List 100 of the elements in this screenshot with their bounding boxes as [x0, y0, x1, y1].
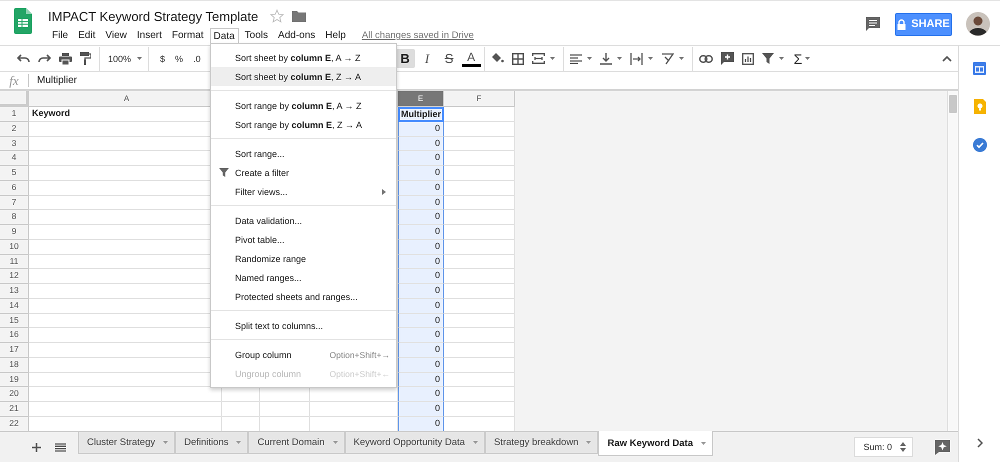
- folder-icon[interactable]: [292, 10, 306, 22]
- row-number[interactable]: 13: [0, 284, 29, 299]
- row-number[interactable]: 7: [0, 196, 29, 210]
- row-number[interactable]: 12: [0, 269, 29, 284]
- format-button[interactable]: S: [440, 49, 459, 68]
- menu-option[interactable]: Create a filter: [211, 163, 396, 182]
- document-title[interactable]: IMPACT Keyword Strategy Template: [48, 8, 258, 24]
- caret-icon[interactable]: [550, 57, 555, 60]
- functions-button[interactable]: Σ: [792, 50, 808, 66]
- row-number[interactable]: 16: [0, 328, 29, 343]
- table-cell: 0: [398, 372, 444, 388]
- filter-icon[interactable]: [762, 53, 774, 64]
- sheets-logo-icon[interactable]: [14, 8, 32, 34]
- comments-icon[interactable]: [865, 16, 881, 32]
- align-left-icon[interactable]: [570, 54, 582, 64]
- menu-option[interactable]: Data validation...: [211, 211, 396, 230]
- caret-icon[interactable]: [678, 57, 684, 60]
- formula-input[interactable]: Multiplier: [37, 75, 78, 86]
- vertical-align-icon[interactable]: [600, 52, 612, 64]
- menu-option[interactable]: Randomize range: [211, 249, 396, 268]
- link-icon[interactable]: [698, 54, 713, 62]
- row-number[interactable]: 17: [0, 343, 29, 358]
- menu-item[interactable]: Add-ons: [274, 27, 320, 44]
- borders-icon[interactable]: [512, 52, 524, 64]
- all-sheets-icon[interactable]: [55, 443, 66, 452]
- sheet-tab[interactable]: Current Domain: [248, 432, 345, 454]
- redo-icon[interactable]: [38, 54, 51, 64]
- menu-item[interactable]: Tools: [240, 27, 272, 44]
- menu-item[interactable]: Format: [168, 27, 208, 44]
- star-icon[interactable]: [270, 9, 284, 23]
- row-number[interactable]: 6: [0, 180, 29, 196]
- tasks-icon[interactable]: [972, 138, 986, 152]
- row-number[interactable]: 10: [0, 240, 29, 254]
- row-number[interactable]: 3: [0, 136, 29, 152]
- row-number[interactable]: 19: [0, 372, 29, 388]
- caret-icon[interactable]: [616, 57, 622, 60]
- row-number[interactable]: 1: [0, 107, 29, 122]
- row-number[interactable]: 2: [0, 122, 29, 136]
- sheet-tab[interactable]: Keyword Opportunity Data: [344, 432, 485, 454]
- menu-item[interactable]: View: [101, 27, 131, 44]
- menu-item[interactable]: Insert: [132, 27, 166, 44]
- table-cell: 0: [398, 180, 444, 196]
- column-header[interactable]: E: [398, 91, 444, 107]
- currency-format-button[interactable]: $: [155, 54, 170, 64]
- sheet-tab[interactable]: Definitions: [175, 432, 248, 454]
- menu-item[interactable]: File: [48, 27, 72, 44]
- caret-icon[interactable]: [586, 57, 592, 60]
- menu-option[interactable]: Group column Option+Shift+→: [211, 345, 396, 364]
- merge-cells-icon[interactable]: [532, 53, 545, 64]
- sheet-tab[interactable]: Cluster Strategy: [78, 432, 176, 454]
- undo-icon[interactable]: [17, 54, 30, 64]
- menu-option[interactable]: Filter views...: [211, 182, 396, 201]
- format-button[interactable]: A: [462, 50, 481, 67]
- paint-format-icon[interactable]: [80, 52, 91, 65]
- vertical-scrollbar[interactable]: [947, 91, 958, 431]
- calendar-icon[interactable]: [973, 62, 986, 75]
- text-rotation-icon[interactable]: [660, 52, 674, 64]
- print-icon[interactable]: [59, 52, 72, 64]
- fill-color-icon[interactable]: [490, 52, 504, 64]
- menu-option[interactable]: Sort range...: [211, 144, 396, 163]
- caret-icon[interactable]: [778, 57, 784, 60]
- zoom-dropdown[interactable]: 100%: [106, 54, 148, 64]
- sum-dropdown[interactable]: Sum: 0: [854, 437, 913, 457]
- row-number[interactable]: 21: [0, 402, 29, 417]
- row-number[interactable]: 11: [0, 254, 29, 270]
- row-number[interactable]: 4: [0, 151, 29, 166]
- row-number[interactable]: 18: [0, 358, 29, 372]
- menu-item[interactable]: Help: [321, 27, 350, 44]
- decrease-decimal-button[interactable]: .0: [188, 54, 201, 64]
- save-status-link[interactable]: All changes saved in Drive: [362, 30, 474, 41]
- caret-icon[interactable]: [648, 57, 653, 60]
- avatar[interactable]: [966, 12, 990, 36]
- sheet-tab[interactable]: Strategy breakdown: [484, 432, 598, 454]
- sheet-tab[interactable]: Raw Keyword Data: [598, 431, 713, 456]
- row-number[interactable]: 9: [0, 225, 29, 240]
- menu-option[interactable]: Protected sheets and ranges...: [211, 287, 396, 306]
- percent-format-button[interactable]: %: [170, 54, 188, 64]
- row-number[interactable]: 14: [0, 298, 29, 314]
- menu-option[interactable]: Sort sheet by column E, A → Z: [211, 48, 396, 67]
- column-header[interactable]: F: [444, 91, 515, 107]
- table-cell: 0: [398, 387, 444, 402]
- format-button[interactable]: I: [418, 49, 437, 68]
- chart-icon[interactable]: [742, 52, 754, 64]
- explore-icon[interactable]: [935, 440, 950, 455]
- menu-option[interactable]: Split text to columns...: [211, 316, 396, 335]
- menu-item[interactable]: Edit: [74, 27, 100, 44]
- row-number[interactable]: 20: [0, 387, 29, 402]
- menu-option[interactable]: Sort sheet by column E, Z → A: [211, 67, 396, 86]
- caret-icon[interactable]: [805, 57, 810, 60]
- row-number[interactable]: 8: [0, 210, 29, 225]
- table-cell: 0: [398, 343, 444, 358]
- expand-panel-icon[interactable]: [976, 438, 982, 448]
- row-number[interactable]: 5: [0, 166, 29, 181]
- insert-comment-icon[interactable]: [720, 52, 734, 65]
- add-sheet-button[interactable]: [30, 441, 43, 454]
- collapse-icon[interactable]: [942, 56, 952, 62]
- text-wrap-icon[interactable]: [630, 52, 643, 64]
- menu-option[interactable]: Named ranges...: [211, 268, 396, 287]
- row-number[interactable]: 15: [0, 314, 29, 328]
- menu-option[interactable]: Pivot table...: [211, 230, 396, 249]
